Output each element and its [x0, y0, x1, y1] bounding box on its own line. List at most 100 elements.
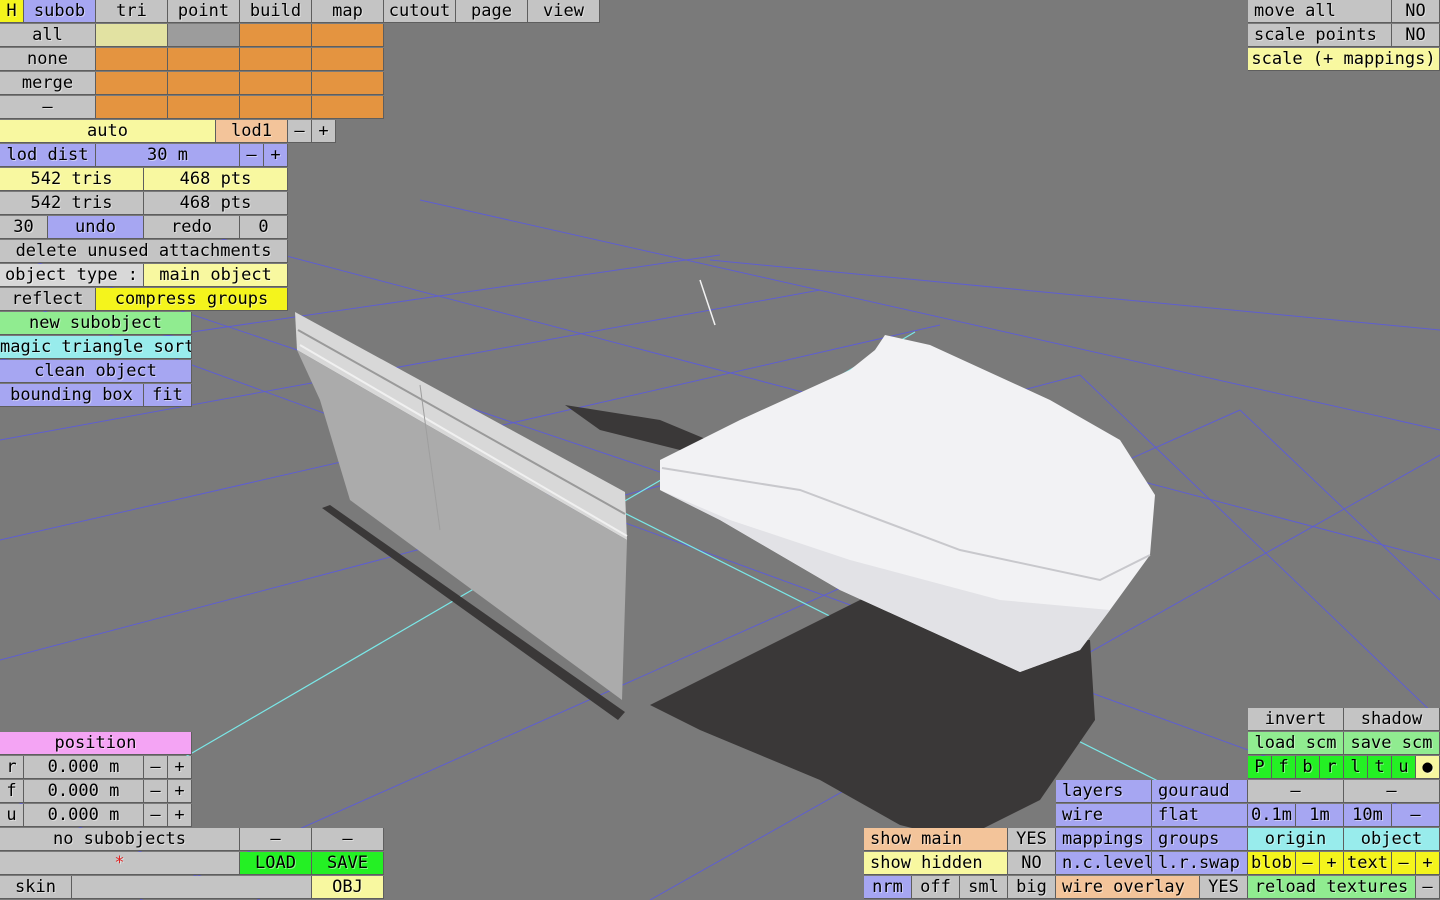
wire-overlay-toggle[interactable]: YES	[1200, 876, 1248, 899]
flat-button[interactable]: flat	[1152, 804, 1248, 827]
subobject-slot[interactable]	[312, 96, 384, 119]
merge-button[interactable]: merge	[0, 72, 96, 95]
subobject-slot[interactable]	[240, 96, 312, 119]
subobject-slot[interactable]	[240, 72, 312, 95]
lod-level-button[interactable]: lod1	[216, 120, 288, 143]
subobject-slot[interactable]	[96, 96, 168, 119]
save-button[interactable]: SAVE	[312, 852, 384, 875]
reload-textures-button[interactable]: reload textures	[1248, 876, 1416, 899]
subobject-slot[interactable]	[312, 48, 384, 71]
new-subobject-button[interactable]: new subobject	[0, 312, 192, 335]
view-b-button[interactable]: b	[1296, 756, 1320, 779]
subobject-list[interactable]: no subobjects	[0, 828, 240, 851]
off-button[interactable]: off	[912, 876, 960, 899]
view-dash-button[interactable]: –	[1248, 780, 1344, 803]
position-u-minus-button[interactable]: –	[144, 804, 168, 827]
position-f-plus-button[interactable]: +	[168, 780, 192, 803]
dash-button[interactable]: –	[0, 96, 96, 119]
tab-cutout[interactable]: cutout	[384, 0, 456, 23]
subobject-slot[interactable]	[312, 72, 384, 95]
tab-subob[interactable]: subob	[24, 0, 96, 23]
view-f-button[interactable]: f	[1272, 756, 1296, 779]
grid-dash-button[interactable]: –	[1392, 804, 1440, 827]
delete-unused-attachments-button[interactable]: delete unused attachments	[0, 240, 288, 263]
subobject-slot[interactable]	[96, 72, 168, 95]
blob-minus-button[interactable]: –	[1296, 852, 1320, 875]
subobject-slot[interactable]	[96, 48, 168, 71]
position-u-field[interactable]: 0.000 m	[24, 804, 144, 827]
show-main-toggle[interactable]: YES	[1008, 828, 1056, 851]
bounding-box-button[interactable]: bounding box	[0, 384, 144, 407]
position-r-field[interactable]: 0.000 m	[24, 756, 144, 779]
object-type-value[interactable]: main object	[144, 264, 288, 287]
grid-1m-button[interactable]: 1m	[1296, 804, 1344, 827]
fit-button[interactable]: fit	[144, 384, 192, 407]
position-f-minus-button[interactable]: –	[144, 780, 168, 803]
big-button[interactable]: big	[1008, 876, 1056, 899]
shadow-button[interactable]: shadow	[1344, 708, 1440, 731]
clean-object-button[interactable]: clean object	[0, 360, 192, 383]
text-plus-button[interactable]: +	[1416, 852, 1440, 875]
lod-auto-button[interactable]: auto	[0, 120, 216, 143]
mappings-button[interactable]: mappings	[1056, 828, 1152, 851]
lod-dist-minus-button[interactable]: –	[240, 144, 264, 167]
load-scm-button[interactable]: load scm	[1248, 732, 1344, 755]
position-f-field[interactable]: 0.000 m	[24, 780, 144, 803]
text-minus-button[interactable]: –	[1392, 852, 1416, 875]
subobject-dash-button[interactable]: –	[240, 828, 312, 851]
redo-button[interactable]: redo	[144, 216, 240, 239]
position-r-minus-button[interactable]: –	[144, 756, 168, 779]
view-dot-button[interactable]: ●	[1416, 756, 1440, 779]
position-r-plus-button[interactable]: +	[168, 756, 192, 779]
subobject-slot[interactable]	[240, 48, 312, 71]
load-button[interactable]: LOAD	[240, 852, 312, 875]
sml-button[interactable]: sml	[960, 876, 1008, 899]
subobject-slot[interactable]	[240, 24, 312, 47]
subobject-slot[interactable]	[168, 24, 240, 47]
lr-swap-button[interactable]: l.r.swap	[1152, 852, 1248, 875]
skin-button[interactable]: skin	[0, 876, 72, 899]
lod-dist-value[interactable]: 30 m	[96, 144, 240, 167]
scale-points-toggle[interactable]: NO	[1392, 24, 1440, 47]
save-scm-button[interactable]: save scm	[1344, 732, 1440, 755]
view-t-button[interactable]: t	[1368, 756, 1392, 779]
tab-page[interactable]: page	[456, 0, 528, 23]
reload-dash-button[interactable]: –	[1416, 876, 1440, 899]
scale-mappings-button[interactable]: scale (+ mappings)	[1248, 48, 1440, 71]
layers-button[interactable]: layers	[1056, 780, 1152, 803]
view-dash-button[interactable]: –	[1344, 780, 1440, 803]
magic-triangle-sort-button[interactable]: magic triangle sort	[0, 336, 192, 359]
view-r-button[interactable]: r	[1320, 756, 1344, 779]
subobject-slot[interactable]	[168, 96, 240, 119]
select-all-button[interactable]: all	[0, 24, 96, 47]
blob-button[interactable]: blob	[1248, 852, 1296, 875]
subobject-slot[interactable]	[168, 72, 240, 95]
nrm-button[interactable]: nrm	[864, 876, 912, 899]
tab-tri[interactable]: tri	[96, 0, 168, 23]
object-button[interactable]: object	[1344, 828, 1440, 851]
tab-build[interactable]: build	[240, 0, 312, 23]
view-l-button[interactable]: l	[1344, 756, 1368, 779]
blob-plus-button[interactable]: +	[1320, 852, 1344, 875]
subobject-slot[interactable]	[168, 48, 240, 71]
wire-button[interactable]: wire	[1056, 804, 1152, 827]
groups-button[interactable]: groups	[1152, 828, 1248, 851]
grid-10m-button[interactable]: 10m	[1344, 804, 1392, 827]
position-u-plus-button[interactable]: +	[168, 804, 192, 827]
subobject-slot[interactable]	[96, 24, 168, 47]
gouraud-button[interactable]: gouraud	[1152, 780, 1248, 803]
text-button[interactable]: text	[1344, 852, 1392, 875]
tab-h[interactable]: H	[0, 0, 24, 23]
subobject-dash-button[interactable]: –	[312, 828, 384, 851]
view-p-button[interactable]: P	[1248, 756, 1272, 779]
lod-minus-button[interactable]: –	[288, 120, 312, 143]
tab-view[interactable]: view	[528, 0, 600, 23]
nc-level-button[interactable]: n.c.level	[1056, 852, 1152, 875]
subobject-slot[interactable]	[312, 24, 384, 47]
move-all-toggle[interactable]: NO	[1392, 0, 1440, 23]
tab-point[interactable]: point	[168, 0, 240, 23]
grid-01m-button[interactable]: 0.1m	[1248, 804, 1296, 827]
origin-button[interactable]: origin	[1248, 828, 1344, 851]
tab-map[interactable]: map	[312, 0, 384, 23]
view-u-button[interactable]: u	[1392, 756, 1416, 779]
